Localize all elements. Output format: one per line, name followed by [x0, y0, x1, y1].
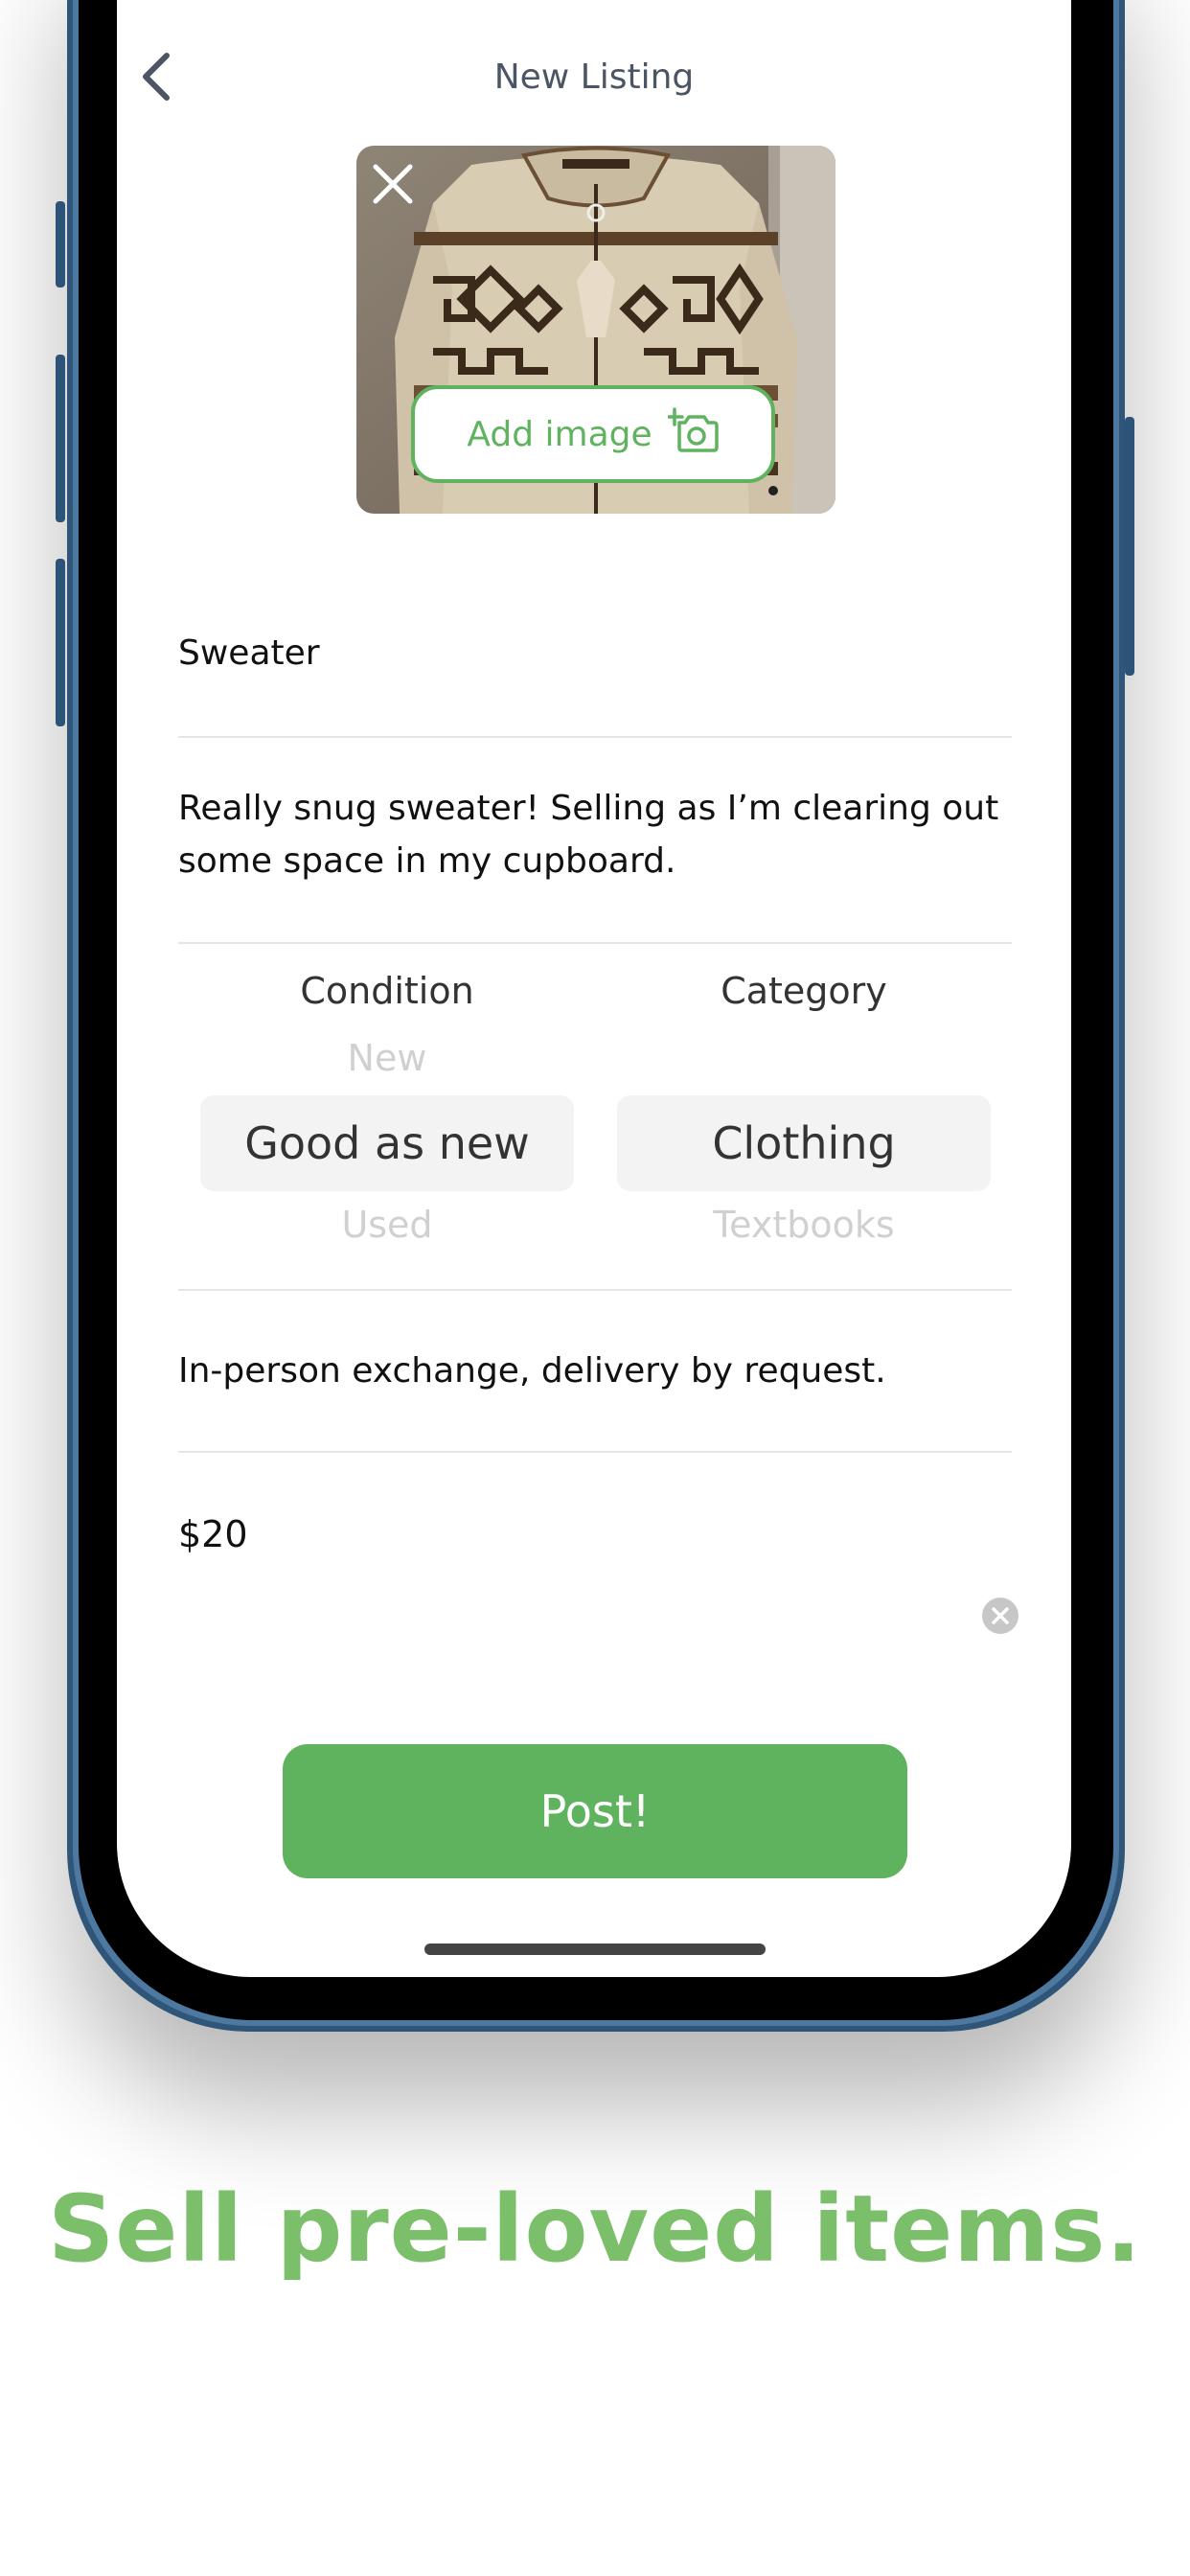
title-field[interactable]: Sweater: [178, 627, 1012, 679]
add-image-label: Add image: [467, 414, 652, 454]
volume-down-button: [56, 559, 65, 726]
add-image-button[interactable]: Add image: [411, 385, 775, 483]
condition-option-new[interactable]: New: [200, 1037, 574, 1075]
category-option-textbooks[interactable]: Textbooks: [617, 1204, 991, 1240]
divider: [178, 942, 1012, 944]
price-field[interactable]: $20: [178, 1508, 926, 1561]
page-title: New Listing: [493, 58, 695, 97]
tagline: Sell pre-loved items.: [48, 2175, 1142, 2283]
clear-circle-icon[interactable]: [981, 1597, 1019, 1635]
camera-plus-icon: [664, 406, 720, 462]
category-label: Category: [721, 970, 887, 1012]
condition-option-used[interactable]: Used: [200, 1204, 574, 1240]
divider: [178, 1289, 1012, 1291]
condition-selected[interactable]: Good as new: [200, 1095, 574, 1191]
volume-up-button: [56, 355, 65, 522]
description-field[interactable]: Really snug sweater! Selling as I’m clea…: [178, 782, 1012, 887]
phone-screen: New Listing Add image Sweater Really snu…: [117, 0, 1071, 1977]
power-button: [1125, 417, 1134, 676]
divider: [178, 736, 1012, 738]
close-icon[interactable]: [366, 157, 420, 211]
category-selected[interactable]: Clothing: [617, 1095, 991, 1191]
home-indicator: [424, 1944, 766, 1955]
action-button: [56, 201, 65, 288]
condition-label: Condition: [300, 970, 474, 1012]
divider: [178, 1451, 1012, 1453]
delivery-field[interactable]: In-person exchange, delivery by request.: [178, 1345, 1012, 1397]
post-button[interactable]: Post!: [283, 1744, 907, 1878]
